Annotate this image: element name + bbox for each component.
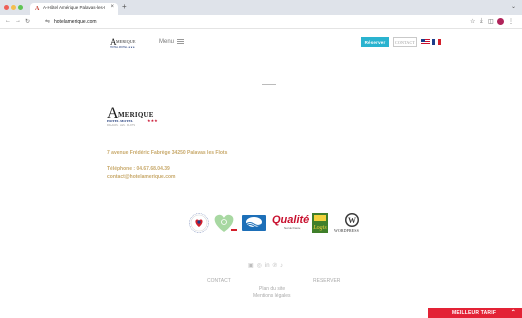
english-flag-icon[interactable] xyxy=(421,39,430,45)
hotel-phone[interactable]: Téléphone : 04.67.68.04.39 xyxy=(107,166,170,172)
site-info-icon[interactable]: ⇋ xyxy=(45,18,50,25)
reserve-button[interactable]: Réserver xyxy=(361,37,389,47)
facebook-icon[interactable]: ▣ xyxy=(248,263,254,270)
qualite-sud-de-france-logo: Qualité Sud de France xyxy=(270,212,310,234)
menu-label: Menu xyxy=(159,38,175,45)
qualite-subtext: Sud de France xyxy=(284,227,301,230)
reload-icon[interactable]: ↻ xyxy=(25,18,30,25)
footer-legal-link[interactable]: Mentions légales xyxy=(253,293,291,299)
hotel-logo-tagline: PALAVAS · LES · FLOTS xyxy=(107,124,136,127)
best-rate-button[interactable]: MEILLEUR TARIF ⌃ xyxy=(428,308,522,318)
best-rate-label: MEILLEUR TARIF xyxy=(452,310,497,316)
clef-verte-logo xyxy=(211,212,239,234)
back-icon[interactable]: ← xyxy=(5,18,11,24)
logis-text: Logis xyxy=(312,225,327,231)
site-logo-sub: HOTEL MOTEL ★★★ xyxy=(110,46,135,49)
site-logo[interactable]: A MERIQUE HOTEL MOTEL ★★★ xyxy=(110,37,140,50)
tourisme-handicap-logo xyxy=(188,212,210,234)
hotel-logo: A MERIQUE HOTEL MOTEL ★★★ PALAVAS · LES … xyxy=(107,106,167,130)
tab-search-icon[interactable]: ⌄ xyxy=(511,3,516,10)
divider xyxy=(262,84,276,85)
french-flag-icon[interactable] xyxy=(432,39,441,45)
favicon-icon: A xyxy=(35,6,40,12)
browser-toolbar: ← → ↻ ⇋ hotelamerique.com ☆ ⤓ ◫ ⋮ xyxy=(0,15,522,29)
new-tab-button[interactable]: + xyxy=(122,2,127,11)
linkedin-icon[interactable]: in xyxy=(265,263,270,270)
browser-tab[interactable]: A A-Hôtel Amérique Palavas-les-Flots × xyxy=(30,3,118,15)
address-bar[interactable]: ⇋ hotelamerique.com xyxy=(44,18,474,27)
site-logo-word: MERIQUE xyxy=(116,39,136,44)
social-links: ▣ ◎ in ℗ ♪ xyxy=(248,263,283,270)
window-close-button[interactable] xyxy=(4,5,9,10)
contact-button[interactable]: CONTACT xyxy=(393,37,417,47)
tab-close-icon[interactable]: × xyxy=(110,4,114,10)
hotel-logo-stars: ★★★ xyxy=(147,118,158,123)
hamburger-icon xyxy=(177,39,185,44)
more-menu-icon[interactable]: ⋮ xyxy=(508,18,514,25)
wordpress-logo: W WORDPRESS xyxy=(334,212,370,234)
footer-sitemap-link[interactable]: Plan du site xyxy=(259,286,285,292)
url-text: hotelamerique.com xyxy=(54,19,97,25)
footer-contact-link[interactable]: CONTACT xyxy=(207,278,231,284)
window-maximize-button[interactable] xyxy=(18,5,23,10)
wordpress-text: WORDPRESS xyxy=(334,228,359,233)
download-icon[interactable]: ⤓ xyxy=(480,18,483,25)
chevron-up-icon: ⌃ xyxy=(510,310,516,316)
hotel-email[interactable]: contact@hotelamerique.com xyxy=(107,174,176,180)
profile-avatar[interactable] xyxy=(497,18,504,25)
qualite-text: Qualité xyxy=(272,214,310,226)
sidepanel-icon[interactable]: ◫ xyxy=(488,18,494,25)
hotel-logo-line: HOTEL MOTEL xyxy=(107,119,134,123)
forward-icon[interactable]: → xyxy=(15,18,21,24)
pavillon-bleu-logo xyxy=(241,212,267,234)
pinterest-icon[interactable]: ℗ xyxy=(273,263,277,270)
footer-reserver-link[interactable]: RESERVER xyxy=(313,278,340,284)
hotel-address: 7 avenue Frédéric Fabrège 34250 Palavas … xyxy=(107,150,228,156)
bookmark-star-icon[interactable]: ☆ xyxy=(470,18,475,25)
window-minimize-button[interactable] xyxy=(11,5,16,10)
tiktok-icon[interactable]: ♪ xyxy=(280,263,283,270)
instagram-icon[interactable]: ◎ xyxy=(257,263,262,270)
svg-text:W: W xyxy=(348,216,356,225)
menu-button[interactable]: Menu xyxy=(159,37,185,46)
tab-title: A-Hôtel Amérique Palavas-les-Flots xyxy=(43,5,105,10)
browser-tab-bar: A A-Hôtel Amérique Palavas-les-Flots × +… xyxy=(0,0,522,15)
logis-logo: Logis xyxy=(310,212,330,234)
